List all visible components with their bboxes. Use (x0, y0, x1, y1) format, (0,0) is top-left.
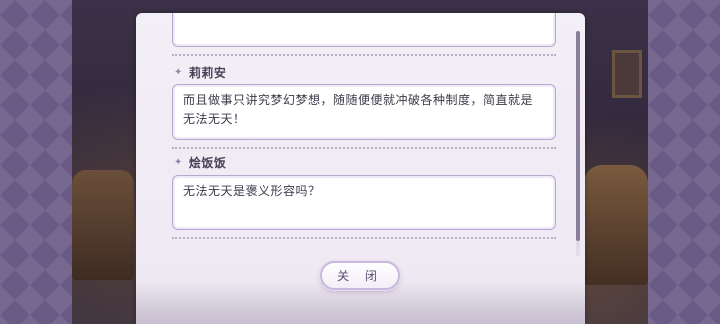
panel-bottom-shade (136, 284, 585, 324)
armchair-right (584, 165, 648, 285)
entry-divider (172, 54, 556, 56)
speaker-name-1: ✦ 莉莉安 (174, 64, 226, 80)
scrollbar-thumb[interactable] (576, 31, 580, 241)
speaker-name-2: ✦ 烩饭饭 (174, 154, 226, 170)
close-button-label: 关 闭 (337, 269, 383, 283)
dialog-text: 无法无天是褒义形容吗？ (183, 184, 321, 198)
speaker-label: 烩饭饭 (188, 155, 227, 170)
dialog-log-panel[interactable]: ✦ 莉莉安 而且做事只讲究梦幻梦想，随随便便就冲破各种制度，简直就是无法无天！ … (136, 13, 585, 324)
left-lattice-panel (0, 0, 72, 324)
close-button[interactable]: 关 闭 (320, 261, 400, 290)
right-lattice-panel (648, 0, 720, 324)
entry-divider (172, 237, 556, 239)
dialog-textbox-2: 无法无天是褒义形容吗？ (172, 175, 556, 230)
armchair-left (72, 170, 134, 280)
speaker-label: 莉莉安 (188, 65, 227, 80)
sparkle-icon: ✦ (174, 66, 183, 78)
entry-divider (172, 147, 556, 149)
dialog-textbox-1: 而且做事只讲究梦幻梦想，随随便便就冲破各种制度，简直就是无法无天！ (172, 84, 556, 140)
dialog-text: 而且做事只讲究梦幻梦想，随随便便就冲破各种制度，简直就是无法无天！ (183, 93, 534, 126)
sparkle-icon: ✦ (174, 156, 183, 168)
scrollbar[interactable] (576, 31, 580, 256)
wall-picture-frame (612, 50, 642, 98)
dialog-textbox-partial (172, 13, 556, 47)
